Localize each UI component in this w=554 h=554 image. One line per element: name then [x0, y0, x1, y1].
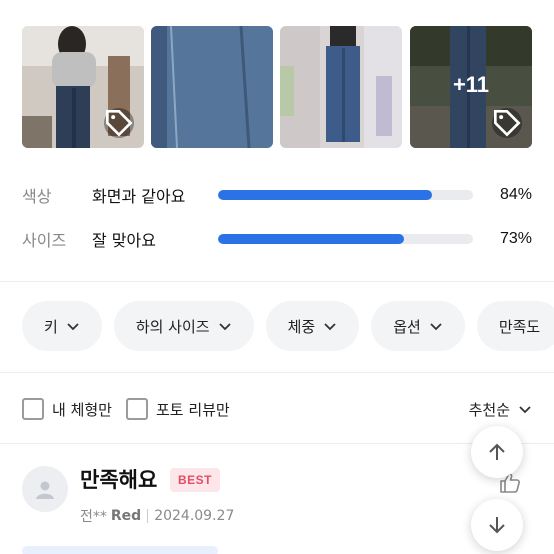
chevron-down-icon — [67, 323, 79, 331]
review-author: 전** — [80, 509, 107, 525]
review-photo-4[interactable]: +11 — [410, 26, 532, 148]
tag-icon[interactable] — [492, 108, 522, 138]
meta-divider — [147, 509, 149, 523]
review-title: 만족해요 — [80, 468, 158, 492]
chip-label: 하의 사이즈 — [135, 317, 210, 336]
scroll-up-button[interactable] — [471, 426, 523, 478]
divider — [0, 281, 554, 282]
my-body-type-label: 내 체형만 — [52, 400, 112, 419]
rating-row-size: 사이즈 잘 맞아요 73% — [22, 226, 532, 252]
filter-chip-row: 키 하의 사이즈 체중 옵션 만족도 — [22, 301, 554, 351]
photo-review-label: 포토 리뷰만 — [155, 400, 230, 419]
review-photo-strip: +11 — [22, 26, 532, 148]
review-photo-1[interactable] — [22, 26, 144, 148]
review-filter-row: 내 체형만 포토 리뷰만 추천순 — [22, 395, 532, 423]
sort-label: 추천순 — [468, 400, 510, 419]
chevron-down-icon — [430, 323, 442, 331]
rating-percent: 73% — [499, 230, 532, 247]
rating-row-color: 색상 화면과 같아요 84% — [22, 182, 532, 208]
sort-dropdown[interactable]: 추천순 — [469, 399, 532, 420]
chevron-down-icon — [519, 406, 531, 414]
scroll-down-button[interactable] — [471, 499, 523, 551]
rating-category: 사이즈 — [22, 231, 67, 250]
rating-answer: 화면과 같아요 — [92, 187, 186, 206]
user-avatar-icon — [22, 466, 68, 512]
arrow-down-icon — [489, 517, 505, 534]
rating-bar — [218, 190, 473, 200]
divider — [0, 443, 554, 444]
photo-denim-closeup — [151, 26, 273, 148]
rating-bar-fill — [218, 190, 433, 200]
review-photo-3[interactable] — [280, 26, 402, 148]
best-badge: BEST — [170, 468, 221, 492]
photo-review-checkbox[interactable] — [125, 398, 148, 420]
photo-full-outfit — [280, 26, 402, 148]
chip-label: 옵션 — [393, 317, 421, 336]
rating-percent: 84% — [499, 186, 532, 203]
filter-chip-satisfaction[interactable]: 만족도 — [476, 301, 554, 351]
chevron-down-icon — [218, 323, 231, 331]
filter-chip-bottom-size[interactable]: 하의 사이즈 — [113, 301, 254, 351]
photo-review-filter[interactable]: 포토 리뷰만 — [125, 398, 230, 420]
rating-bar-fill — [218, 234, 405, 244]
rating-answer: 잘 맞아요 — [92, 231, 156, 250]
my-body-type-checkbox[interactable] — [22, 398, 44, 420]
divider — [0, 372, 554, 373]
arrow-up-icon — [489, 443, 505, 460]
more-photos-count[interactable]: +11 — [410, 72, 532, 98]
chip-label: 키 — [44, 317, 58, 336]
chip-label: 만족도 — [498, 317, 541, 336]
rating-category: 색상 — [22, 187, 52, 206]
review-photo-2[interactable] — [151, 26, 273, 148]
tag-icon[interactable] — [104, 108, 134, 138]
review-date: 2024.09.27 — [154, 508, 235, 524]
filter-chip-weight[interactable]: 체중 — [265, 301, 360, 351]
review-option: Red — [110, 508, 142, 524]
review-content-edge — [22, 546, 218, 554]
filter-chip-option[interactable]: 옵션 — [371, 301, 465, 351]
filter-chip-height[interactable]: 키 — [22, 301, 102, 351]
rating-bar — [218, 234, 473, 244]
review-meta: 전** Red 2024.09.27 — [80, 506, 234, 526]
chip-label: 체중 — [287, 317, 316, 336]
chevron-down-icon — [324, 323, 336, 331]
my-body-type-filter[interactable]: 내 체형만 — [22, 398, 112, 420]
